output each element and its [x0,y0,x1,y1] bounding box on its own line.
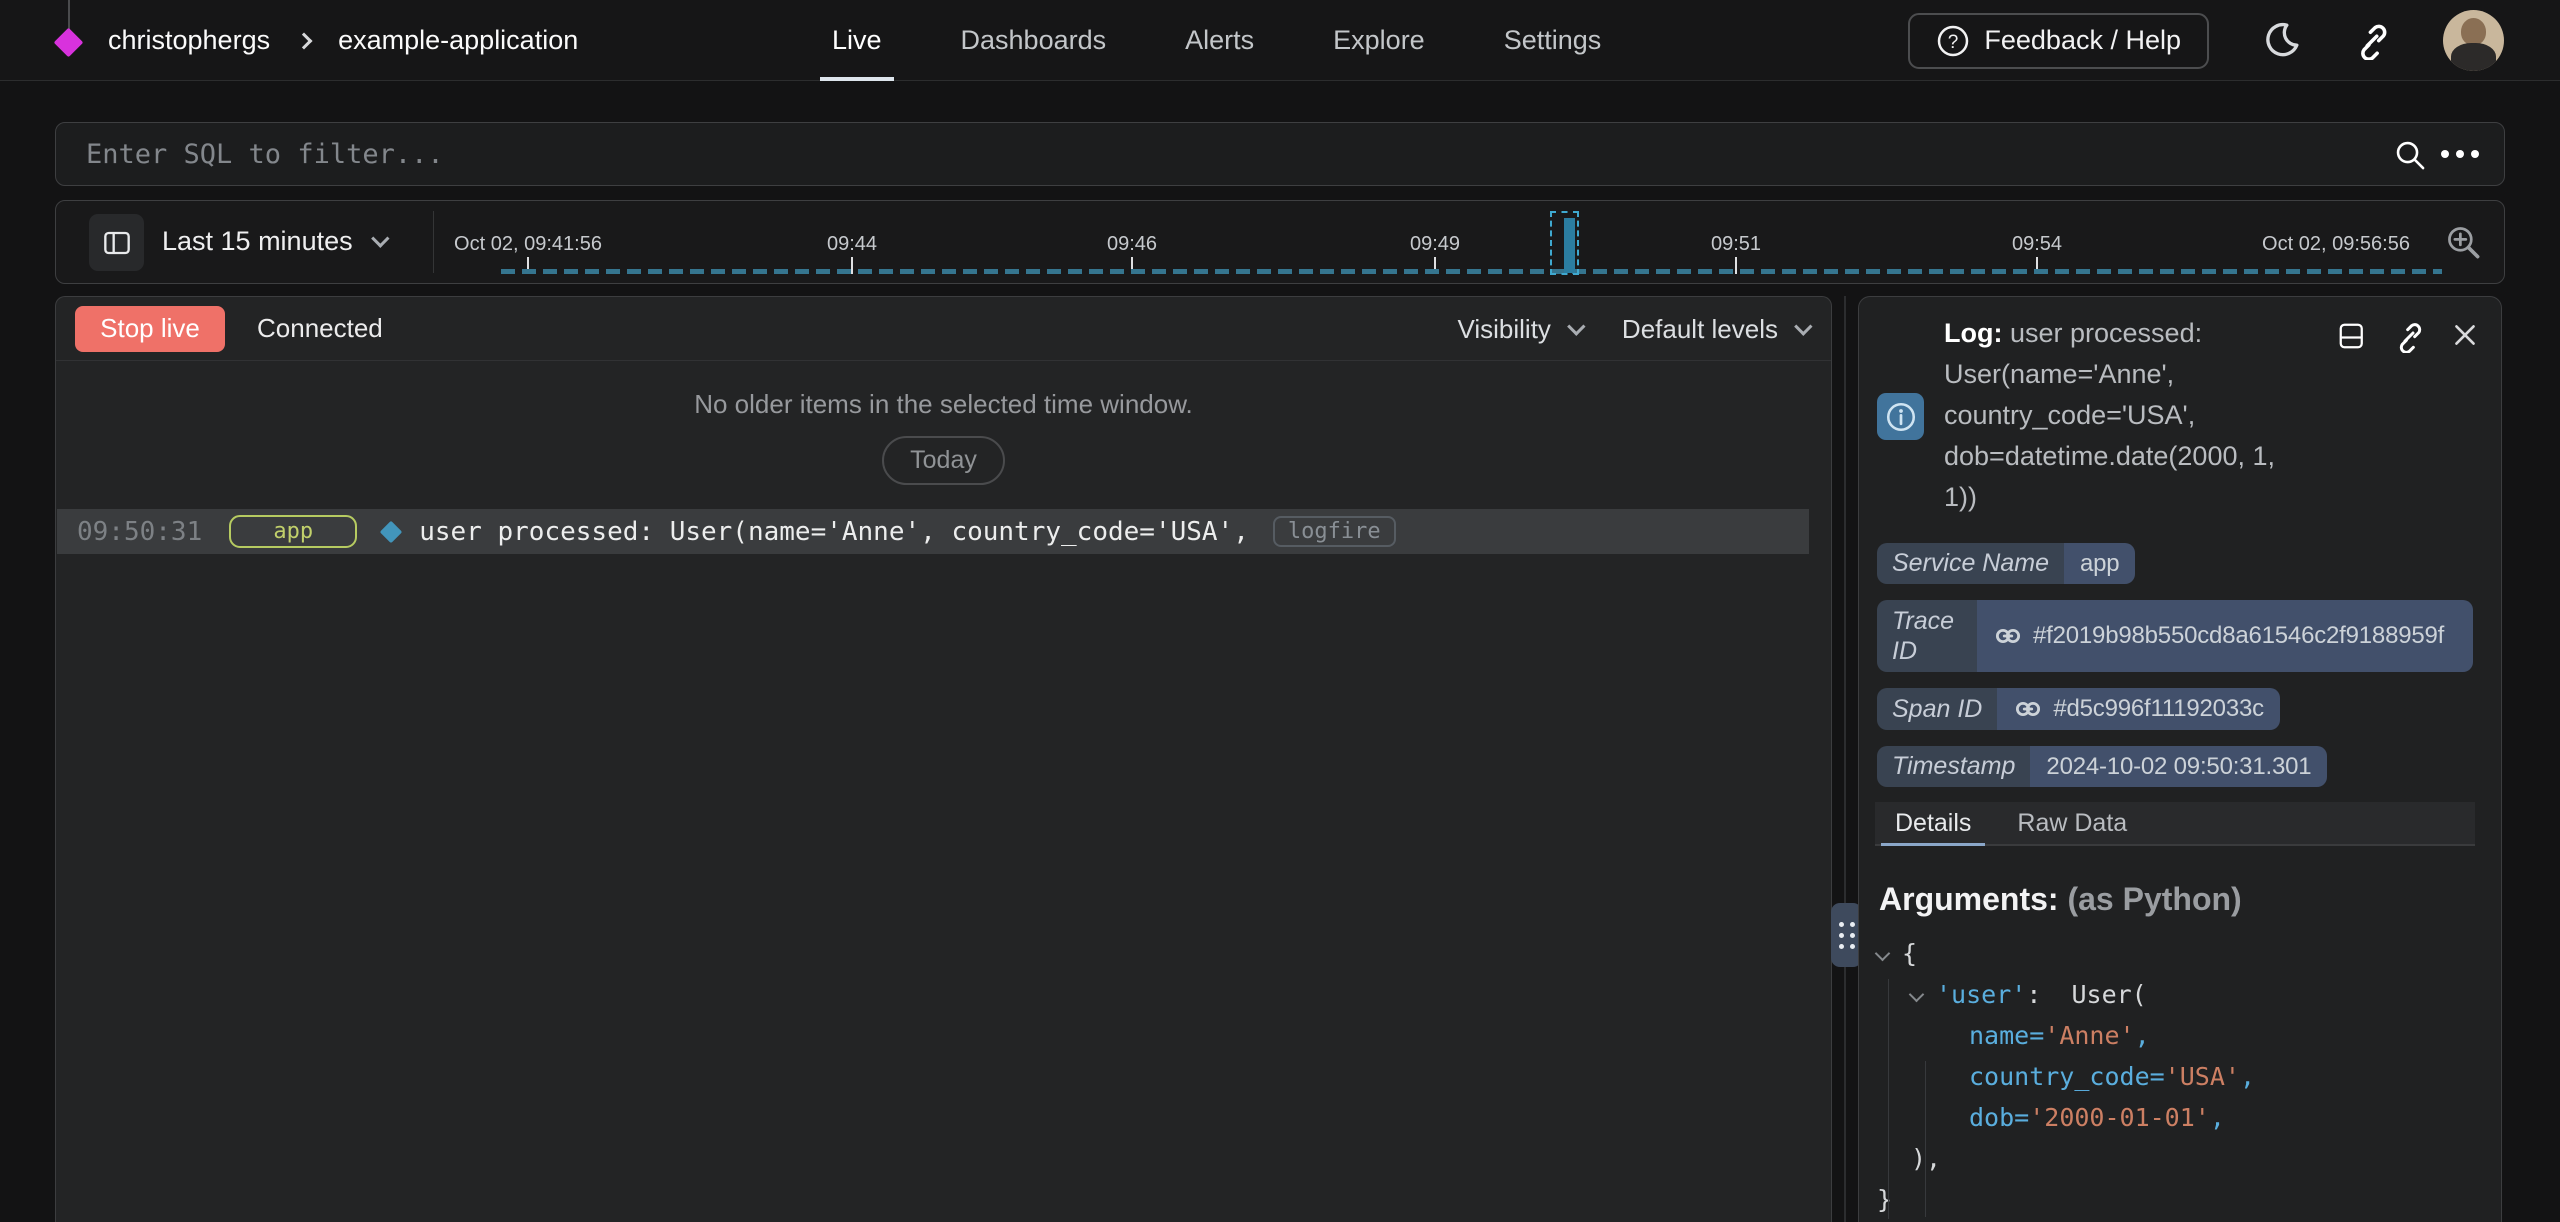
connection-status: Connected [257,313,383,344]
copy-link-button[interactable] [2353,22,2391,60]
tab-alerts[interactable]: Alerts [1185,0,1254,81]
log-row-time: 09:50:31 [77,517,202,547]
search-icon[interactable] [2392,137,2430,175]
info-level-badge [1877,393,1924,440]
info-icon [1884,400,1918,434]
user-avatar[interactable] [2443,10,2504,71]
live-panel-header: Stop live Connected Visibility Default l… [56,297,1831,361]
timeline-tick: Oct 02, 09:41:56 [454,233,602,256]
default-levels-dropdown[interactable]: Default levels [1622,314,1807,345]
link-icon[interactable] [2393,321,2425,353]
log-detail-panel: Log: user processed: User(name='Anne', c… [1858,296,2502,1222]
code-line: { [1877,933,2255,974]
grip-dots-icon [1839,922,1855,949]
breadcrumb-separator-icon [296,32,313,49]
link-icon [1993,621,2023,651]
theme-toggle-button[interactable] [2261,21,2301,61]
code-line: 'user': User( [1877,974,2255,1015]
chevron-down-icon [1794,317,1812,335]
chevron-down-icon [1567,317,1585,335]
feedback-help-button[interactable]: ? Feedback / Help [1908,13,2209,69]
today-button[interactable]: Today [882,436,1005,485]
breadcrumb: christophergs example-application [56,0,578,81]
main-nav-tabs: Live Dashboards Alerts Explore Settings [832,0,1601,81]
top-nav: christophergs example-application Live D… [0,0,2560,81]
more-options-icon[interactable] [2438,147,2482,161]
timeline-histogram-baseline[interactable] [501,269,2442,274]
log-row[interactable]: 09:50:31 app user processed: User(name='… [57,509,1809,554]
time-range-bar: Last 15 minutes Oct 02, 09:41:56 09:44 0… [55,200,2505,284]
live-log-panel: Stop live Connected Visibility Default l… [55,296,1832,1222]
logfire-logo-icon[interactable] [56,0,82,81]
link-icon [2013,694,2043,724]
timeline-tick: 09:51 [1711,233,1761,256]
code-line: country_code='USA', [1877,1056,2255,1097]
stop-live-button[interactable]: Stop live [75,306,225,352]
detail-tabs: Details Raw Data [1875,802,2475,846]
detail-title: Log: user processed: User(name='Anne', c… [1944,313,2312,518]
service-badge[interactable]: app [229,515,357,548]
timeline-tick: 09:49 [1410,233,1460,256]
tab-raw-data[interactable]: Raw Data [2011,802,2133,844]
service-name-field[interactable]: Service Name app [1877,543,2135,584]
collapse-chevron-icon[interactable] [1875,946,1891,962]
sql-filter-input[interactable] [86,123,2336,185]
panel-divider [1844,296,1846,1222]
timeline-tick: 09:54 [2012,233,2062,256]
feedback-help-label: Feedback / Help [1984,25,2181,56]
trace-id-field[interactable]: Trace ID #f2019b98b550cd8a61546c2f918895… [1877,600,2473,672]
code-line: dob='2000-01-01', [1877,1097,2255,1138]
code-line: ), [1877,1138,2255,1179]
chevron-down-icon [371,229,389,247]
timeline-tick: 09:46 [1107,233,1157,256]
collapse-chevron-icon[interactable] [1909,987,1925,1003]
arguments-code: { 'user': User( name='Anne', country_cod… [1877,933,2255,1220]
tab-live[interactable]: Live [832,0,882,81]
dock-panel-icon[interactable] [2337,321,2367,351]
span-id-field[interactable]: Span ID #d5c996f11192033c [1877,688,2280,730]
zoom-in-button[interactable] [2444,223,2484,266]
sql-filter-bar [55,122,2505,186]
code-line: } [1877,1179,2255,1220]
close-icon[interactable] [2451,321,2479,349]
link-icon [2353,22,2391,60]
help-circle-icon: ? [1936,24,1970,58]
svg-text:?: ? [1948,32,1959,53]
timeline-tick: 09:44 [827,233,877,256]
visibility-dropdown[interactable]: Visibility [1457,314,1579,345]
tab-details[interactable]: Details [1889,802,1977,844]
tab-settings[interactable]: Settings [1504,0,1602,81]
code-line: name='Anne', [1877,1015,2255,1056]
tab-dashboards[interactable]: Dashboards [961,0,1107,81]
moon-icon [2261,21,2301,61]
timeline-histogram-bar [1564,218,1575,273]
panel-left-icon [102,228,132,258]
scope-tag[interactable]: logfire [1273,516,1396,547]
sidebar-toggle-button[interactable] [89,214,144,271]
arguments-heading: Arguments: (as Python) [1879,881,2242,918]
timeline-tick: Oct 02, 09:56:56 [2262,233,2410,256]
tab-explore[interactable]: Explore [1333,0,1425,81]
timeline-selected-bucket[interactable] [1550,211,1579,275]
breadcrumb-project[interactable]: example-application [338,25,578,56]
log-row-message: user processed: User(name='Anne', countr… [419,517,1249,547]
empty-window-notice: No older items in the selected time wind… [56,389,1831,420]
breadcrumb-org[interactable]: christophergs [108,25,270,56]
timestamp-field[interactable]: Timestamp 2024-10-02 09:50:31.301 [1877,746,2327,787]
time-range-dropdown[interactable]: Last 15 minutes [162,226,384,257]
log-level-diamond-icon [380,520,403,543]
zoom-in-icon [2444,223,2484,263]
